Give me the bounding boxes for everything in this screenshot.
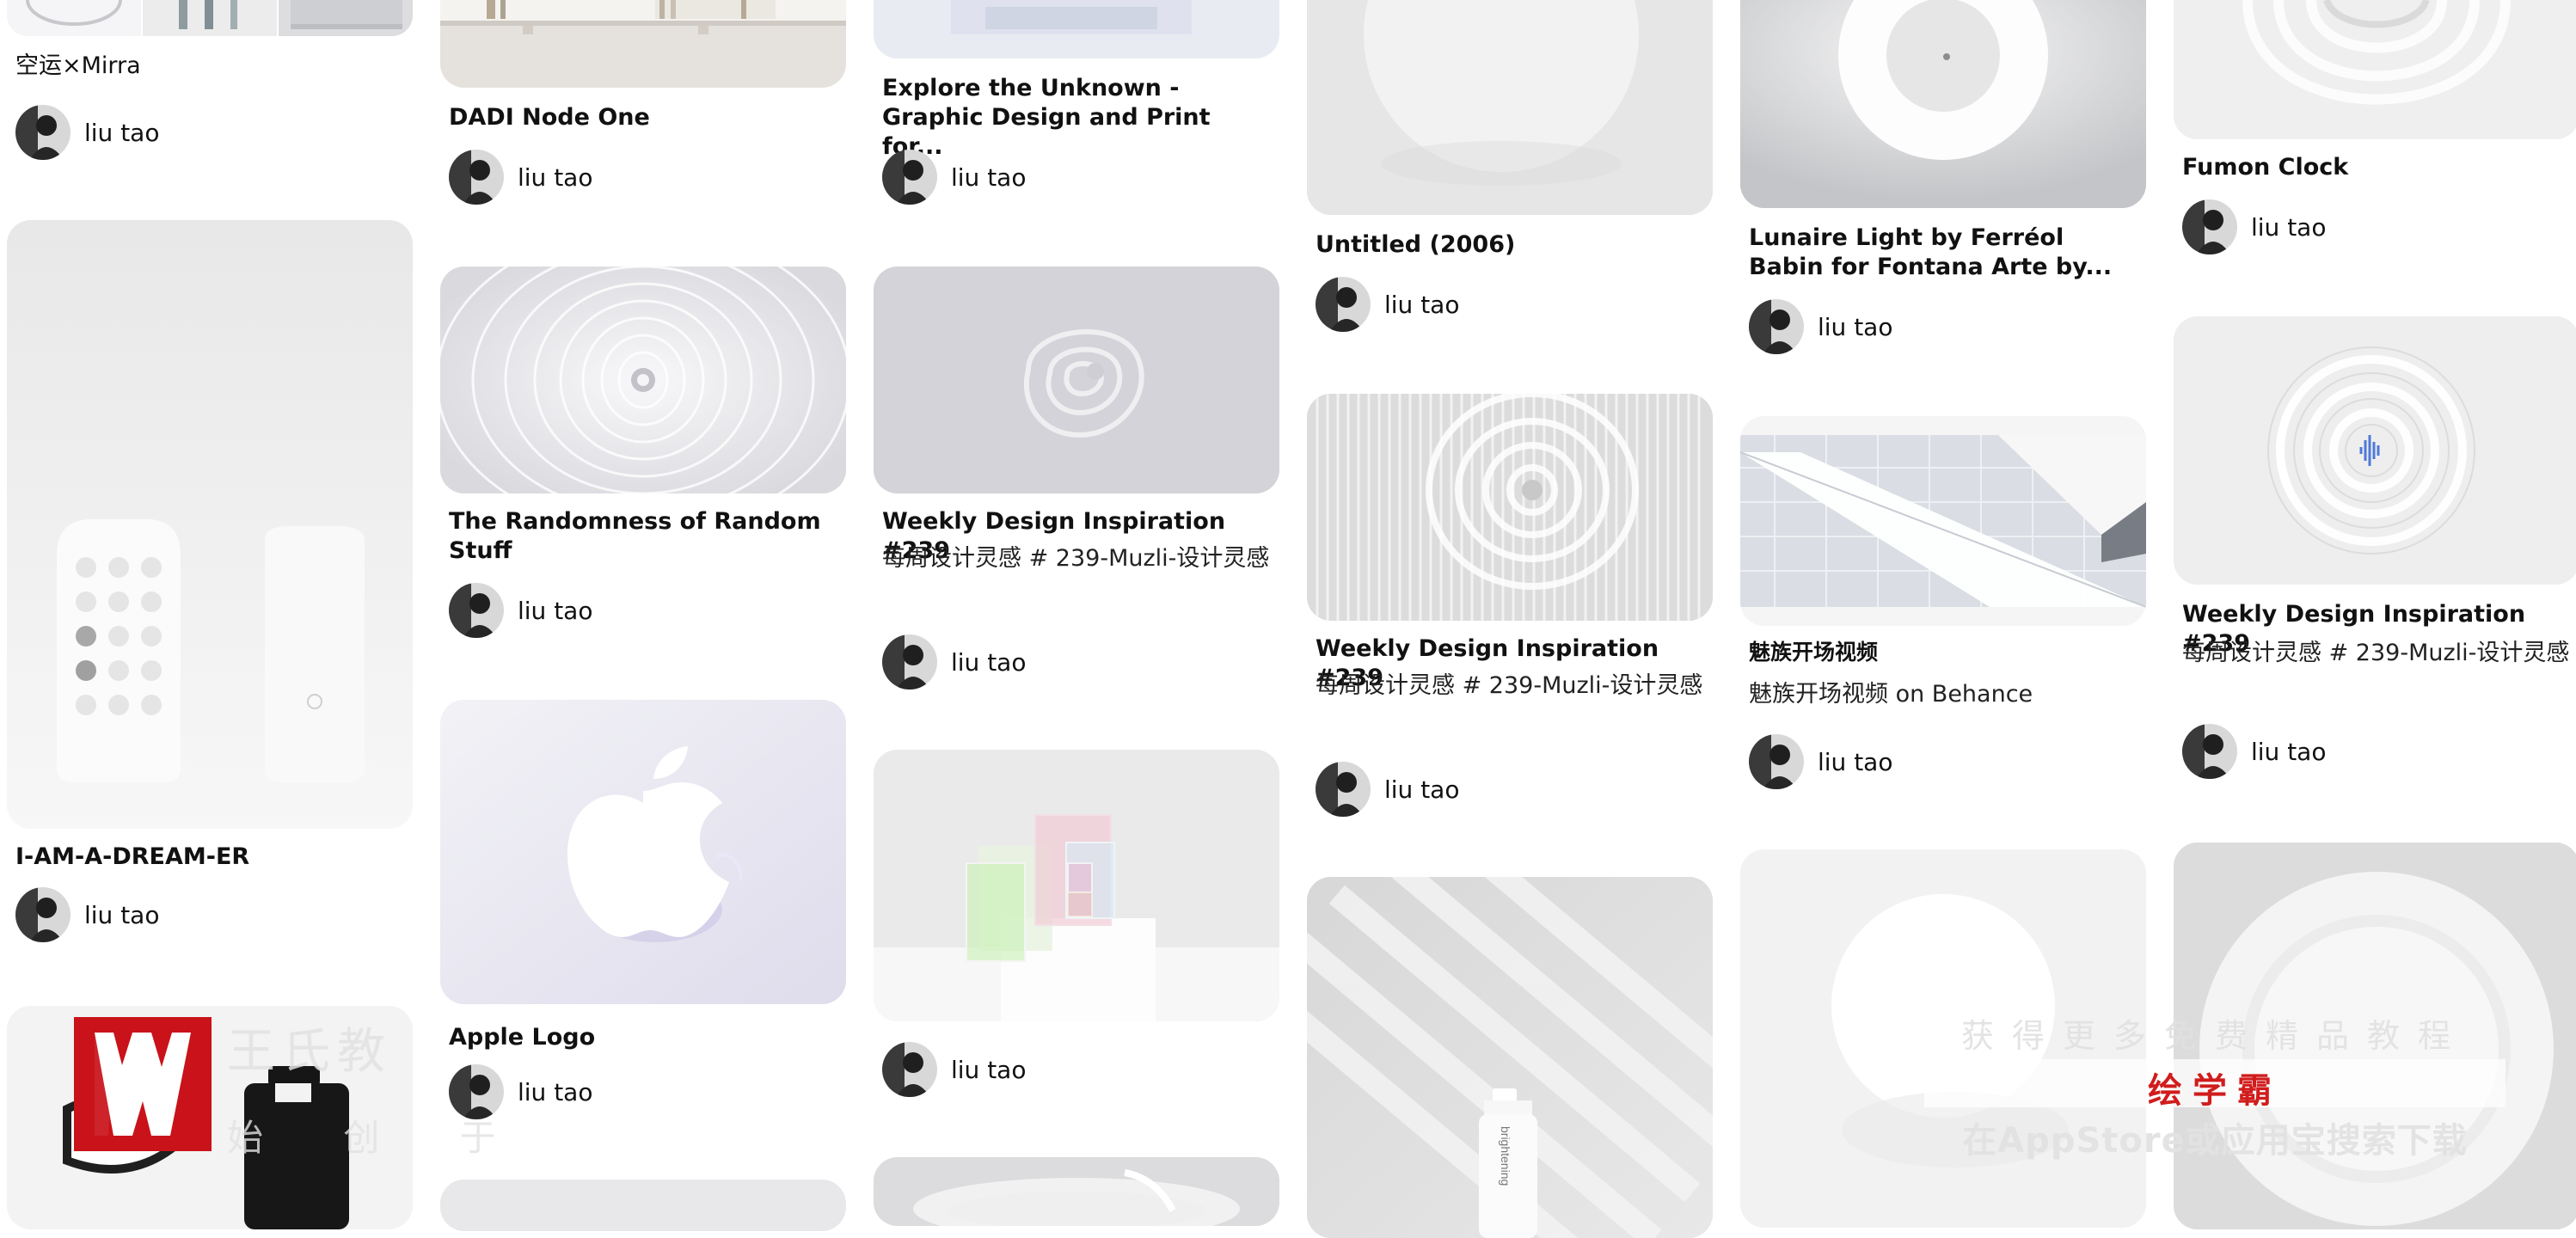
pin-card[interactable]: The Randomness of Random Stuff liu tao: [440, 267, 846, 641]
pin-title[interactable]: The Randomness of Random Stuff: [449, 507, 837, 566]
pin-image[interactable]: [874, 267, 1279, 493]
avatar[interactable]: [449, 583, 504, 638]
pin-description: 每周设计灵感 # 239-Muzli-设计灵感: [882, 545, 1270, 572]
pin-title[interactable]: Explore the Unknown - Graphic Design and…: [882, 74, 1271, 162]
avatar[interactable]: [1316, 762, 1371, 817]
author-name[interactable]: liu tao: [1384, 291, 1459, 319]
pin-title[interactable]: I-AM-A-DREAM-ER: [15, 843, 404, 872]
pin-card[interactable]: Weekly Design Inspiration #239 每周设计灵感 # …: [2174, 316, 2576, 781]
pin-card[interactable]: Fumon Clock liu tao: [2174, 0, 2576, 275]
pin-image[interactable]: [2174, 316, 2576, 585]
pin-author[interactable]: liu tao: [2182, 724, 2326, 779]
author-name[interactable]: liu tao: [84, 119, 159, 147]
author-name[interactable]: liu tao: [1384, 775, 1459, 804]
avatar[interactable]: [882, 150, 937, 205]
promo-bottom-text: 在AppStore或应用宝搜索下载: [1962, 1121, 2468, 1161]
author-name[interactable]: liu tao: [951, 648, 1026, 677]
avatar[interactable]: [1749, 299, 1804, 354]
pin-description: 每周设计灵感 # 239-Muzli-设计灵感: [1316, 672, 1703, 699]
pin-card[interactable]: 魅族开场视频 魅族开场视频 on Behance liu tao: [1740, 416, 2146, 794]
avatar[interactable]: [1316, 277, 1371, 332]
pin-image[interactable]: [440, 267, 846, 493]
pin-description: 魅族开场视频 on Behance: [1749, 681, 2033, 708]
pin-image[interactable]: [7, 0, 413, 36]
pin-image[interactable]: [1740, 416, 2146, 626]
author-name[interactable]: liu tao: [84, 901, 159, 929]
author-name[interactable]: liu tao: [951, 1056, 1026, 1084]
pin-card[interactable]: DADI Node One liu tao: [440, 0, 846, 224]
pin-title[interactable]: 魅族开场视频: [1749, 638, 2137, 667]
promo-watermark: 获得更多免费精品教程 绘学霸 在AppStore或应用宝搜索下载: [1924, 1009, 2505, 1164]
pin-author[interactable]: liu tao: [449, 583, 592, 638]
pin-card[interactable]: liu tao: [874, 750, 1279, 1100]
avatar[interactable]: [882, 1042, 937, 1097]
pin-image[interactable]: [440, 1180, 846, 1231]
pin-author[interactable]: liu tao: [15, 105, 159, 160]
author-name[interactable]: liu tao: [1818, 313, 1892, 341]
pin-image[interactable]: [1740, 0, 2146, 208]
pin-description: 每周设计灵感 # 239-Muzli-设计灵感: [2182, 640, 2570, 666]
avatar[interactable]: [449, 150, 504, 205]
pin-title[interactable]: Untitled (2006): [1316, 230, 1704, 260]
pin-title[interactable]: Apple Logo: [449, 1023, 837, 1052]
author-name[interactable]: liu tao: [2251, 213, 2326, 242]
pin-author[interactable]: liu tao: [449, 150, 592, 205]
pin-card[interactable]: [440, 1180, 846, 1231]
author-name[interactable]: liu tao: [2251, 738, 2326, 766]
pin-image[interactable]: [440, 700, 846, 1004]
pin-card[interactable]: [874, 1157, 1279, 1226]
pin-image[interactable]: [874, 1157, 1279, 1226]
avatar[interactable]: [2182, 199, 2237, 254]
pin-card[interactable]: brightening: [1307, 877, 1713, 1238]
avatar[interactable]: [1749, 734, 1804, 789]
pin-image[interactable]: [440, 0, 846, 88]
promo-app-name: 绘学霸: [2148, 1071, 2282, 1111]
pin-author[interactable]: liu tao: [1316, 277, 1459, 332]
pin-author[interactable]: liu tao: [1316, 762, 1459, 817]
pin-title[interactable]: DADI Node One: [449, 103, 837, 132]
pin-card[interactable]: Weekly Design Inspiration #239 每周设计灵感 # …: [1307, 394, 1713, 824]
pin-image[interactable]: [874, 750, 1279, 1021]
pin-author[interactable]: liu tao: [882, 1042, 1026, 1097]
pin-image[interactable]: brightening: [1307, 877, 1713, 1238]
author-name[interactable]: liu tao: [1818, 748, 1892, 776]
pin-author[interactable]: liu tao: [882, 634, 1026, 689]
author-name[interactable]: liu tao: [518, 163, 592, 192]
watermark-brand: 王氏教: [227, 1024, 392, 1080]
promo-top-text: 获得更多免费精品教程: [1960, 1017, 2469, 1055]
pin-image[interactable]: [1307, 0, 1713, 215]
avatar[interactable]: [2182, 724, 2237, 779]
pin-card[interactable]: Weekly Design Inspiration #239 每周设计灵感 # …: [874, 267, 1279, 696]
author-name[interactable]: liu tao: [518, 597, 592, 625]
pin-card[interactable]: I-AM-A-DREAM-ER liu tao: [7, 220, 413, 953]
pin-image[interactable]: [2174, 0, 2576, 139]
watermark-slogan: 始 创 于: [227, 1117, 531, 1159]
pin-card[interactable]: Explore the Unknown - Graphic Design and…: [874, 0, 1279, 224]
pin-author[interactable]: liu tao: [15, 887, 159, 942]
author-name[interactable]: liu tao: [518, 1078, 592, 1106]
pin-card[interactable]: 空运×Mirra liu tao: [7, 0, 413, 172]
author-name[interactable]: liu tao: [951, 163, 1026, 192]
pin-image[interactable]: [7, 220, 413, 829]
pin-image[interactable]: [874, 0, 1279, 58]
pin-title[interactable]: 空运×Mirra: [15, 52, 404, 81]
pin-title[interactable]: Lunaire Light by Ferréol Babin for Fonta…: [1749, 224, 2137, 282]
avatar[interactable]: [15, 105, 71, 160]
avatar[interactable]: [15, 887, 71, 942]
pin-author[interactable]: liu tao: [882, 150, 1026, 205]
pin-title[interactable]: Fumon Clock: [2182, 153, 2571, 182]
pin-author[interactable]: liu tao: [1749, 299, 1892, 354]
pin-author[interactable]: liu tao: [2182, 199, 2326, 254]
watermark-logo: [74, 1017, 212, 1151]
avatar[interactable]: [882, 634, 937, 689]
pin-card[interactable]: Apple Logo liu tao: [440, 700, 846, 1123]
pin-author[interactable]: liu tao: [1749, 734, 1892, 789]
pin-image[interactable]: [1307, 394, 1713, 621]
pin-card[interactable]: Lunaire Light by Ferréol Babin for Fonta…: [1740, 0, 2146, 361]
pin-card[interactable]: Untitled (2006) liu tao: [1307, 0, 1713, 344]
product-label: brightening: [1499, 1126, 1512, 1186]
